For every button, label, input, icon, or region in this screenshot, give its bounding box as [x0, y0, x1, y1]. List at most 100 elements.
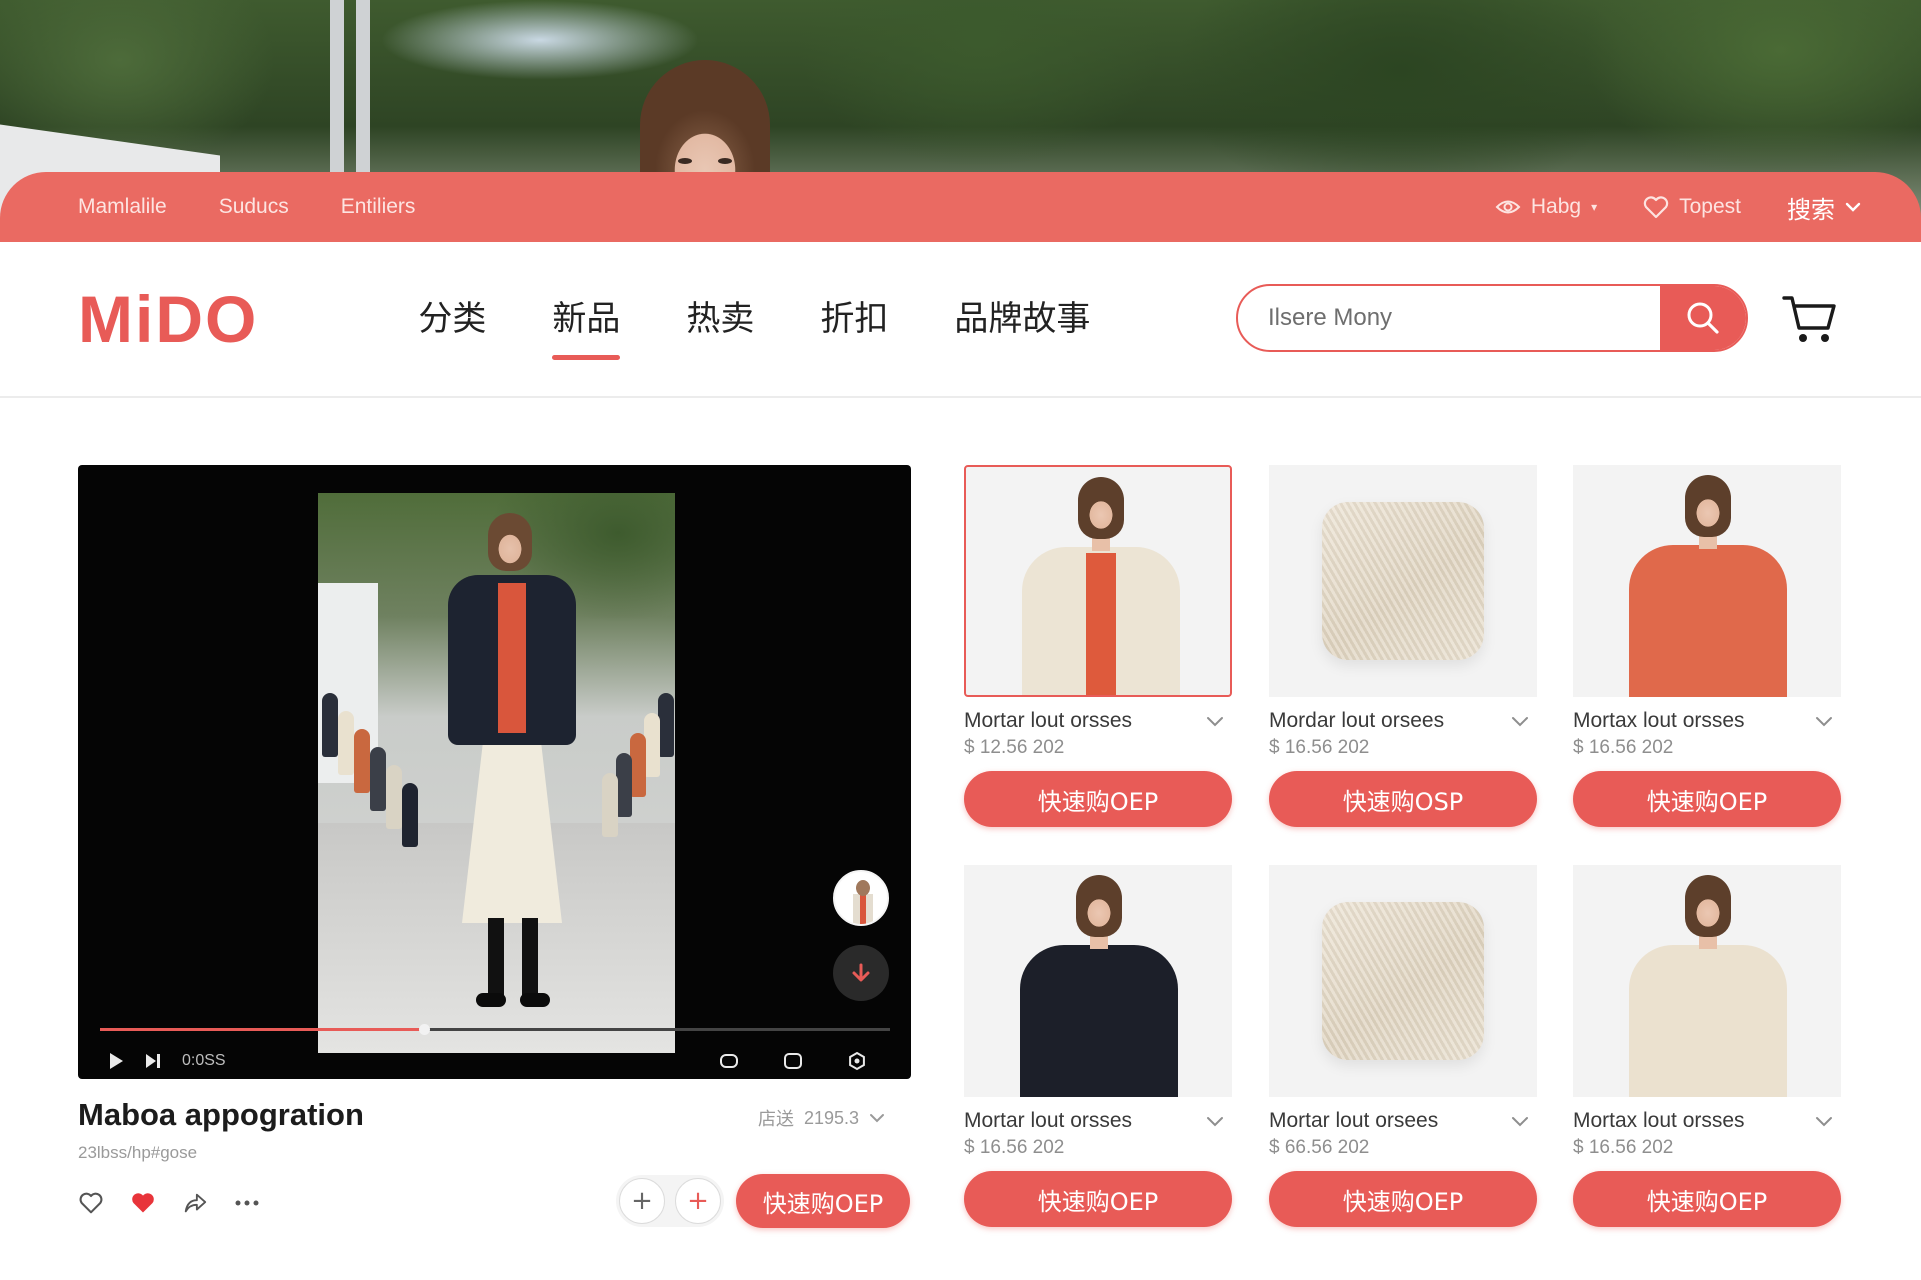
crowd-figure — [338, 711, 354, 775]
video-progress-handle[interactable] — [418, 1024, 430, 1035]
quick-buy-button[interactable]: 快速购OSP — [1269, 771, 1537, 827]
cart-icon — [1782, 296, 1836, 342]
product-name-row: Mortar lout orsses — [964, 1109, 1232, 1133]
share-button[interactable] — [182, 1190, 208, 1216]
video-progress-bar[interactable] — [100, 1024, 890, 1035]
top-link-2[interactable]: Suducs — [219, 195, 289, 219]
next-button[interactable] — [144, 1053, 162, 1069]
site-header: MiDO 分类 新品 热卖 折扣 品牌故事 — [0, 242, 1921, 398]
product-name: Mortax lout orsses — [1573, 1109, 1745, 1132]
product-image[interactable] — [1573, 465, 1841, 697]
dress-shape — [1629, 945, 1787, 1097]
quick-buy-button[interactable]: 快速购OEP — [964, 771, 1232, 827]
product-card[interactable]: Mortax lout orsses $ 16.56 202 快速购OEP — [1573, 465, 1841, 827]
cart-button[interactable] — [1782, 292, 1838, 350]
product-art-model-beige-coat — [966, 467, 1230, 695]
top-link-3[interactable]: Entiliers — [341, 195, 416, 219]
top-search-dropdown[interactable]: 搜索 — [1787, 190, 1861, 225]
crowd-figure — [402, 783, 418, 847]
brand-logo[interactable]: MiDO — [78, 281, 258, 357]
top-topest-label: Topest — [1679, 195, 1741, 218]
play-button[interactable] — [108, 1052, 124, 1070]
heart-filled-icon — [132, 1193, 154, 1213]
video-title: Maboa appogration — [78, 1097, 364, 1132]
main-nav: 分类 新品 热卖 折扣 品牌故事 — [418, 291, 1090, 360]
eye-icon — [1495, 200, 1521, 214]
crowd-figure — [370, 747, 386, 811]
video-quick-buy-button[interactable]: 快速购OEP — [736, 1174, 910, 1228]
search-input[interactable] — [1238, 286, 1660, 350]
video-actions — [78, 1190, 260, 1216]
chevron-down-icon[interactable] — [1206, 1116, 1224, 1127]
chevron-down-icon[interactable] — [1815, 1116, 1833, 1127]
download-button[interactable] — [833, 945, 889, 1001]
model-head — [1685, 875, 1731, 937]
search-box — [1236, 284, 1748, 352]
product-image[interactable] — [1269, 465, 1537, 697]
crowd-figure — [644, 713, 660, 777]
video-time: 0:0SS — [182, 1052, 226, 1069]
product-image[interactable] — [964, 865, 1232, 1097]
add-button[interactable]: + — [619, 1178, 665, 1224]
heart-outline-icon — [79, 1192, 103, 1214]
thumb-head — [856, 880, 870, 896]
quick-buy-button[interactable]: 快速购OEP — [1573, 1171, 1841, 1227]
model-dress — [462, 733, 562, 923]
miniplayer-icon — [784, 1053, 802, 1069]
chevron-down-icon[interactable] — [1511, 1116, 1529, 1127]
crowd-figure — [630, 733, 646, 797]
product-name: Mordar lout orsees — [1269, 709, 1445, 732]
dress-shape — [1629, 545, 1787, 697]
product-card[interactable]: Mortar lout orsees $ 66.56 202 快速购OEP — [1269, 865, 1537, 1227]
settings-button[interactable] — [847, 1051, 867, 1071]
product-card[interactable]: Mortar lout orsses $ 12.56 202 快速购OEP — [964, 465, 1232, 827]
top-link-1[interactable]: Mamlalile — [78, 195, 167, 219]
video-model — [438, 513, 588, 1033]
quick-buy-button[interactable]: 快速购OEP — [1269, 1171, 1537, 1227]
product-card[interactable]: Mordar lout orsees $ 16.56 202 快速购OSP — [1269, 465, 1537, 827]
product-price: $ 66.56 202 — [1269, 1137, 1370, 1158]
nav-item-hot[interactable]: 热卖 — [686, 291, 754, 348]
hero-pole — [330, 0, 344, 200]
product-image[interactable] — [964, 465, 1232, 697]
model-leg — [488, 918, 504, 998]
quick-buy-button[interactable]: 快速购OEP — [1573, 771, 1841, 827]
chevron-down-icon[interactable] — [1815, 716, 1833, 727]
model-leg — [522, 918, 538, 998]
product-price: $ 16.56 202 — [1269, 737, 1370, 758]
chevron-down-icon[interactable] — [1206, 716, 1224, 727]
video-player[interactable]: 0:0SS — [78, 465, 911, 1079]
product-card[interactable]: Mortar lout orsses $ 16.56 202 快速购OEP — [964, 865, 1232, 1227]
product-art-model-black-hoodie — [964, 865, 1232, 1097]
arrow-down-icon — [852, 963, 870, 982]
quick-buy-button[interactable]: 快速购OEP — [964, 1171, 1232, 1227]
video-stats[interactable]: 店送 2195.3 — [758, 1105, 885, 1131]
product-image[interactable] — [1573, 865, 1841, 1097]
product-card[interactable]: Mortax lout orsses $ 16.56 202 快速购OEP — [1573, 865, 1841, 1227]
share-icon — [184, 1193, 207, 1213]
product-name-row: Mordar lout orsees — [1269, 709, 1537, 733]
plus-icon: + — [687, 1186, 709, 1216]
top-topest-link[interactable]: Topest — [1643, 195, 1741, 219]
product-price: $ 12.56 202 — [964, 737, 1065, 758]
chevron-down-icon[interactable] — [1511, 716, 1529, 727]
model-shoe — [520, 993, 550, 1007]
miniplayer-button[interactable] — [783, 1051, 803, 1071]
product-price: $ 16.56 202 — [964, 1137, 1065, 1158]
favorite-button[interactable] — [130, 1190, 156, 1216]
top-habg-link[interactable]: Habg ▾ — [1495, 195, 1597, 219]
nav-item-new[interactable]: 新品 — [552, 291, 621, 360]
subtitles-button[interactable] — [719, 1051, 739, 1071]
more-button[interactable] — [234, 1190, 260, 1216]
search-button[interactable] — [1660, 286, 1746, 350]
gear-icon — [849, 1051, 865, 1071]
product-image[interactable] — [1269, 865, 1537, 1097]
nav-item-categories[interactable]: 分类 — [418, 291, 486, 348]
product-name-row: Mortax lout orsses — [1573, 1109, 1841, 1133]
video-side-thumbnail[interactable] — [833, 870, 889, 926]
nav-item-brand-story[interactable]: 品牌故事 — [954, 291, 1090, 348]
add-to-cart-button[interactable]: + — [675, 1178, 721, 1224]
model-shirt — [498, 583, 526, 733]
nav-item-discount[interactable]: 折扣 — [820, 291, 888, 348]
like-button[interactable] — [78, 1190, 104, 1216]
